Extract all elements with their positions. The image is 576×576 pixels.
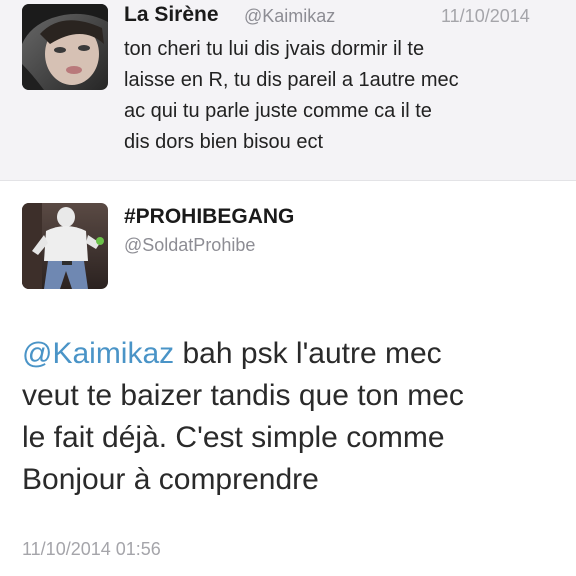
avatar[interactable] — [22, 203, 108, 289]
tweet-text-line: dis dors bien bisou ect — [124, 131, 324, 153]
tweet-text-line: @Kaimikaz bah psk l'autre mec — [22, 333, 562, 375]
tweet-timestamp: 11/10/2014 01:56 — [22, 539, 161, 559]
tweet-text-line: laisse en R, tu dis pareil a 1autre mec — [124, 69, 459, 91]
tweet-text-line: Bonjour à comprendre — [22, 463, 319, 496]
profile-photo-la-sirene — [22, 4, 108, 90]
avatar[interactable] — [22, 4, 108, 90]
tweet-text-line: ton cheri tu lui dis jvais dormir il te — [124, 38, 425, 60]
tweet-text-line: veut te baizer tandis que ton mec — [22, 379, 464, 412]
tweet-text: ton cheri tu lui dis jvais dormir il te … — [124, 34, 564, 158]
tweet-text-line: le fait déjà. C'est simple comme — [22, 421, 445, 454]
tweet-date: 11/10/2014 — [441, 6, 530, 26]
user-handle[interactable]: @SoldatProhibe — [124, 235, 255, 256]
tweet-text: @Kaimikaz bah psk l'autre mec veut te ba… — [22, 333, 562, 501]
display-name[interactable]: #PROHIBEGANG — [124, 205, 294, 229]
display-name[interactable]: La Sirène — [124, 3, 219, 27]
profile-photo-soldat-prohibe — [22, 203, 108, 289]
mention-link[interactable]: @Kaimikaz — [22, 337, 174, 370]
tweet-text-line: ac qui tu parle juste comme ca il te — [124, 100, 432, 122]
user-handle[interactable]: @Kaimikaz — [244, 6, 335, 27]
tweet-conversation-screen: La Sirène @Kaimikaz 11/10/2014 ton cheri… — [0, 0, 576, 576]
tweet-text-fragment: bah psk l'autre mec — [174, 337, 442, 370]
reply-tweet[interactable]: La Sirène @Kaimikaz 11/10/2014 ton cheri… — [0, 0, 576, 181]
